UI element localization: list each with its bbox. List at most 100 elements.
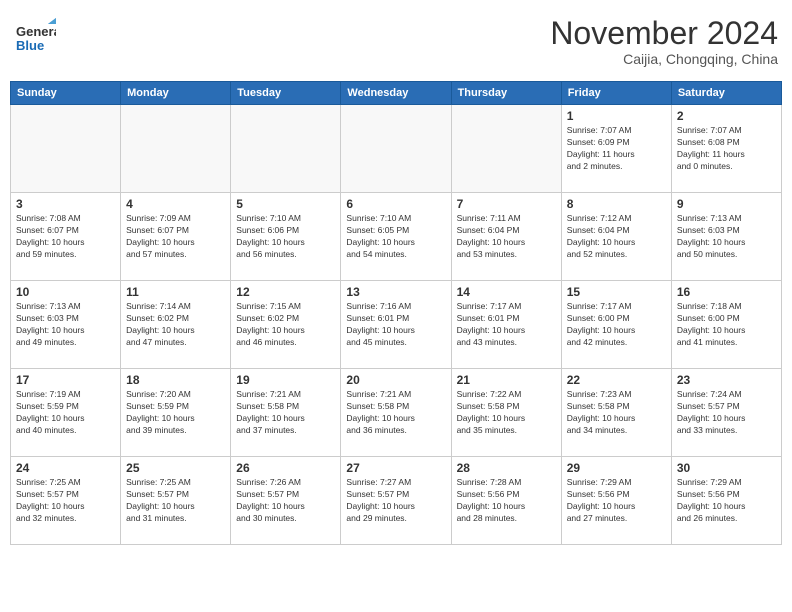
logo-icon: General Blue [14,16,56,58]
day-info: Sunrise: 7:16 AM Sunset: 6:01 PM Dayligh… [346,301,445,349]
svg-text:Blue: Blue [16,38,44,53]
week-row-2: 3 Sunrise: 7:08 AM Sunset: 6:07 PM Daylig… [11,193,782,281]
day-number: 19 [236,373,335,387]
day-number: 24 [16,461,115,475]
day-info: Sunrise: 7:18 AM Sunset: 6:00 PM Dayligh… [677,301,776,349]
day-info: Sunrise: 7:17 AM Sunset: 6:00 PM Dayligh… [567,301,666,349]
logo: General Blue [14,16,56,58]
day-info: Sunrise: 7:29 AM Sunset: 5:56 PM Dayligh… [567,477,666,525]
day-info: Sunrise: 7:13 AM Sunset: 6:03 PM Dayligh… [677,213,776,261]
day-info: Sunrise: 7:21 AM Sunset: 5:58 PM Dayligh… [346,389,445,437]
day-info: Sunrise: 7:07 AM Sunset: 6:08 PM Dayligh… [677,125,776,173]
day-info: Sunrise: 7:19 AM Sunset: 5:59 PM Dayligh… [16,389,115,437]
day-info: Sunrise: 7:22 AM Sunset: 5:58 PM Dayligh… [457,389,556,437]
day-info: Sunrise: 7:10 AM Sunset: 6:05 PM Dayligh… [346,213,445,261]
day-info: Sunrise: 7:29 AM Sunset: 5:56 PM Dayligh… [677,477,776,525]
day-cell-15: 15 Sunrise: 7:17 AM Sunset: 6:00 PM Dayli… [561,281,671,369]
day-cell-16: 16Sunrise: 7:18 AM Sunset: 6:00 PM Dayli… [671,281,781,369]
day-cell-29: 29Sunrise: 7:29 AM Sunset: 5:56 PM Dayli… [561,457,671,545]
empty-cell [341,105,451,193]
day-info: Sunrise: 7:11 AM Sunset: 6:04 PM Dayligh… [457,213,556,261]
day-cell-26: 26 Sunrise: 7:26 AM Sunset: 5:57 PM Dayli… [231,457,341,545]
weekday-header-tuesday: Tuesday [231,82,341,105]
location-subtitle: Caijia, Chongqing, China [550,51,778,67]
day-number: 3 [16,197,115,211]
day-cell-12: 12Sunrise: 7:15 AM Sunset: 6:02 PM Dayli… [231,281,341,369]
day-cell-2: 2 Sunrise: 7:07 AM Sunset: 6:08 PM Daylig… [671,105,781,193]
day-cell-25: 25Sunrise: 7:25 AM Sunset: 5:57 PM Dayli… [121,457,231,545]
day-cell-27: 27 Sunrise: 7:27 AM Sunset: 5:57 PM Dayli… [341,457,451,545]
day-info: Sunrise: 7:20 AM Sunset: 5:59 PM Dayligh… [126,389,225,437]
day-cell-18: 18 Sunrise: 7:20 AM Sunset: 5:59 PM Dayli… [121,369,231,457]
day-cell-1: 1Sunrise: 7:07 AM Sunset: 6:09 PM Daylig… [561,105,671,193]
day-info: Sunrise: 7:14 AM Sunset: 6:02 PM Dayligh… [126,301,225,349]
calendar-table: SundayMondayTuesdayWednesdayThursdayFrid… [10,81,782,545]
day-cell-5: 5 Sunrise: 7:10 AM Sunset: 6:06 PM Daylig… [231,193,341,281]
svg-text:General: General [16,24,56,39]
day-number: 20 [346,373,445,387]
weekday-header-thursday: Thursday [451,82,561,105]
week-row-5: 24 Sunrise: 7:25 AM Sunset: 5:57 PM Dayli… [11,457,782,545]
day-number: 2 [677,109,776,123]
day-cell-30: 30 Sunrise: 7:29 AM Sunset: 5:56 PM Dayli… [671,457,781,545]
day-number: 9 [677,197,776,211]
day-cell-14: 14Sunrise: 7:17 AM Sunset: 6:01 PM Dayli… [451,281,561,369]
day-info: Sunrise: 7:12 AM Sunset: 6:04 PM Dayligh… [567,213,666,261]
day-info: Sunrise: 7:10 AM Sunset: 6:06 PM Dayligh… [236,213,335,261]
weekday-header-row: SundayMondayTuesdayWednesdayThursdayFrid… [11,82,782,105]
empty-cell [231,105,341,193]
week-row-4: 17 Sunrise: 7:19 AM Sunset: 5:59 PM Dayli… [11,369,782,457]
day-cell-6: 6 Sunrise: 7:10 AM Sunset: 6:05 PM Daylig… [341,193,451,281]
day-number: 18 [126,373,225,387]
day-number: 27 [346,461,445,475]
day-cell-11: 11Sunrise: 7:14 AM Sunset: 6:02 PM Dayli… [121,281,231,369]
day-cell-28: 28 Sunrise: 7:28 AM Sunset: 5:56 PM Dayli… [451,457,561,545]
day-info: Sunrise: 7:25 AM Sunset: 5:57 PM Dayligh… [16,477,115,525]
week-row-3: 10 Sunrise: 7:13 AM Sunset: 6:03 PM Dayli… [11,281,782,369]
day-info: Sunrise: 7:28 AM Sunset: 5:56 PM Dayligh… [457,477,556,525]
day-cell-22: 22 Sunrise: 7:23 AM Sunset: 5:58 PM Dayli… [561,369,671,457]
day-info: Sunrise: 7:09 AM Sunset: 6:07 PM Dayligh… [126,213,225,261]
day-number: 10 [16,285,115,299]
day-info: Sunrise: 7:26 AM Sunset: 5:57 PM Dayligh… [236,477,335,525]
day-cell-17: 17 Sunrise: 7:19 AM Sunset: 5:59 PM Dayli… [11,369,121,457]
day-number: 17 [16,373,115,387]
day-number: 7 [457,197,556,211]
day-number: 6 [346,197,445,211]
day-number: 8 [567,197,666,211]
day-cell-8: 8 Sunrise: 7:12 AM Sunset: 6:04 PM Daylig… [561,193,671,281]
day-number: 13 [346,285,445,299]
day-number: 1 [567,109,666,123]
day-cell-20: 20 Sunrise: 7:21 AM Sunset: 5:58 PM Dayli… [341,369,451,457]
day-info: Sunrise: 7:27 AM Sunset: 5:57 PM Dayligh… [346,477,445,525]
day-info: Sunrise: 7:23 AM Sunset: 5:58 PM Dayligh… [567,389,666,437]
day-number: 22 [567,373,666,387]
page-header: General Blue November 2024 Caijia, Chong… [10,10,782,73]
empty-cell [451,105,561,193]
day-number: 28 [457,461,556,475]
day-number: 4 [126,197,225,211]
day-number: 15 [567,285,666,299]
day-number: 30 [677,461,776,475]
day-info: Sunrise: 7:21 AM Sunset: 5:58 PM Dayligh… [236,389,335,437]
day-info: Sunrise: 7:13 AM Sunset: 6:03 PM Dayligh… [16,301,115,349]
day-number: 26 [236,461,335,475]
day-cell-7: 7 Sunrise: 7:11 AM Sunset: 6:04 PM Daylig… [451,193,561,281]
weekday-header-friday: Friday [561,82,671,105]
day-cell-10: 10 Sunrise: 7:13 AM Sunset: 6:03 PM Dayli… [11,281,121,369]
day-cell-13: 13 Sunrise: 7:16 AM Sunset: 6:01 PM Dayli… [341,281,451,369]
month-title: November 2024 [550,16,778,51]
day-info: Sunrise: 7:08 AM Sunset: 6:07 PM Dayligh… [16,213,115,261]
day-cell-19: 19 Sunrise: 7:21 AM Sunset: 5:58 PM Dayli… [231,369,341,457]
day-cell-23: 23Sunrise: 7:24 AM Sunset: 5:57 PM Dayli… [671,369,781,457]
weekday-header-monday: Monday [121,82,231,105]
day-cell-3: 3 Sunrise: 7:08 AM Sunset: 6:07 PM Daylig… [11,193,121,281]
day-number: 21 [457,373,556,387]
day-info: Sunrise: 7:25 AM Sunset: 5:57 PM Dayligh… [126,477,225,525]
weekday-header-saturday: Saturday [671,82,781,105]
day-number: 5 [236,197,335,211]
weekday-header-wednesday: Wednesday [341,82,451,105]
weekday-header-sunday: Sunday [11,82,121,105]
title-block: November 2024 Caijia, Chongqing, China [550,16,778,67]
empty-cell [11,105,121,193]
